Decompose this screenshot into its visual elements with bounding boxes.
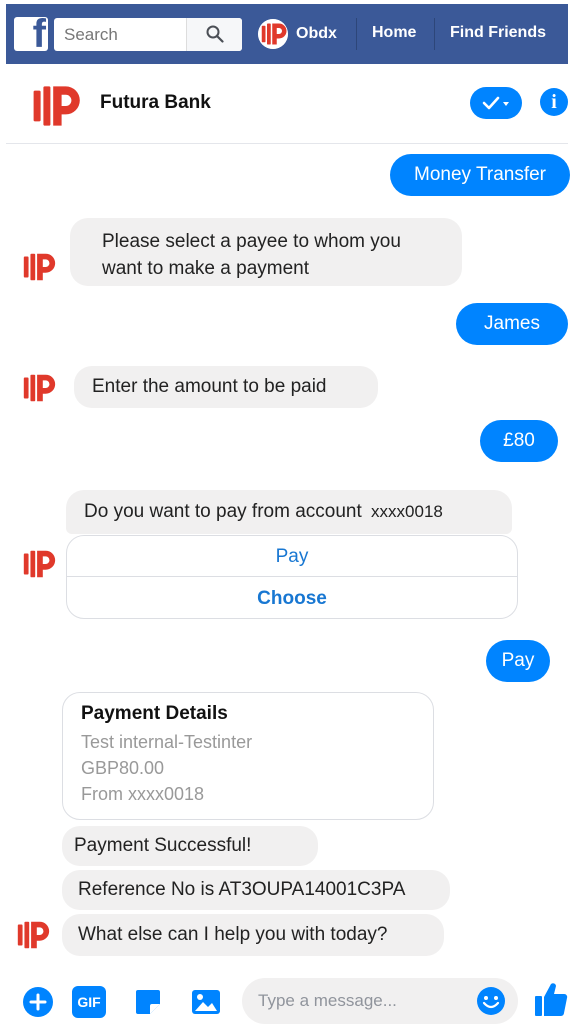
user-message-bubble: £80 [480,420,558,462]
chat-header: Futura Bank i [6,64,568,144]
bot-message-bubble: Please select a payee to whom you want t… [70,218,462,286]
sticker-icon[interactable] [132,986,164,1018]
plus-icon[interactable] [22,986,54,1018]
info-icon[interactable]: i [540,88,568,116]
nav-divider [356,18,357,50]
search-box [54,18,242,51]
nav-find-friends-link[interactable]: Find Friends [450,24,546,42]
futura-bank-avatar[interactable] [28,78,84,134]
image-icon[interactable] [190,986,222,1018]
payment-details-lines: Test internal-Testinter GBP80.00 From xx… [81,729,252,807]
profile-name: Obdx [296,25,337,42]
message-text-line: Please select a payee to whom you [102,231,401,252]
profile-avatar [258,19,288,49]
bot-avatar-icon [23,374,56,402]
check-icon [482,96,509,110]
quick-reply-card: Pay Choose [66,535,518,619]
profile-link[interactable]: Obdx [258,18,337,50]
check-dropdown-button[interactable] [470,87,522,119]
facebook-top-bar: f Obdx Home Find Friends [6,4,568,64]
chat-title[interactable]: Futura Bank [100,92,211,114]
bot-message-bubble: What else can I help you with today? [62,914,444,956]
user-message-bubble: James [456,303,568,345]
futura-logo-icon [258,19,288,49]
account-number: xxxx0018 [371,502,443,521]
pay-button[interactable]: Pay [67,542,517,572]
payment-payee: Test internal-Testinter [81,732,253,752]
card-divider [67,576,517,577]
like-icon[interactable] [534,980,568,1018]
message-text: Do you want to pay from account [84,501,362,522]
search-button[interactable] [186,18,242,51]
nav-home-link[interactable]: Home [372,24,416,42]
search-input[interactable] [54,18,189,51]
gif-icon[interactable]: GIF [72,986,106,1018]
bot-message-bubble: Do you want to pay from account xxxx0018 [66,490,512,534]
emoji-icon[interactable] [476,986,506,1016]
bot-avatar-icon [17,921,50,949]
user-message-bubble: Money Transfer [390,154,570,196]
payment-details-card: Payment Details Test internal-Testinter … [62,692,434,820]
user-message-bubble: Pay [486,640,550,682]
nav-divider [434,18,435,50]
choose-button[interactable]: Choose [67,584,517,614]
bot-message-bubble: Payment Successful! [62,826,318,866]
bot-message-bubble: Enter the amount to be paid [74,366,378,408]
payment-amount: GBP80.00 [81,758,165,778]
message-composer: GIF [6,968,568,1028]
facebook-logo-icon[interactable]: f [14,17,48,51]
payment-from-account: From xxxx0018 [81,784,205,804]
search-icon [206,25,224,43]
payment-details-title: Payment Details [81,703,228,724]
bot-avatar-icon [23,550,56,578]
bot-avatar-icon [23,253,56,281]
facebook-logo-letter: f [32,17,46,51]
message-text-line: want to make a payment [102,258,309,279]
bot-message-bubble: Reference No is AT3OUPA14001C3PA [62,870,450,910]
